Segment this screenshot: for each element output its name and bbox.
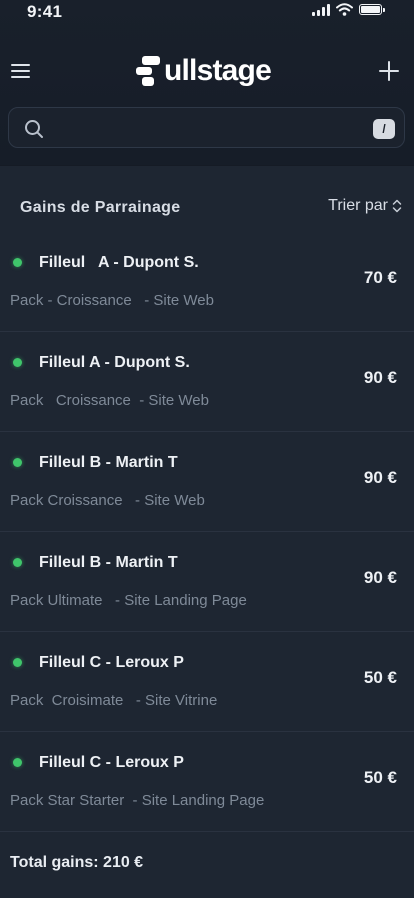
panel-header: Gains de Parrainage Trier par — [0, 166, 414, 228]
search-icon — [25, 120, 43, 138]
status-dot-icon — [13, 758, 22, 767]
referral-panel: Gains de Parrainage Trier par Filleul A … — [0, 166, 414, 898]
referral-amount: 70 € — [363, 268, 397, 287]
status-dot-icon — [13, 258, 22, 267]
battery-icon — [359, 4, 385, 15]
status-dot-icon — [13, 658, 22, 667]
list-item[interactable]: Filleul B - Martin T Pack Croissance - S… — [0, 432, 414, 532]
search-bar[interactable]: / — [8, 107, 405, 148]
plus-icon[interactable] — [379, 61, 399, 81]
referral-description: Pack Croissance - Site Web — [10, 492, 205, 509]
referral-name: Filleul A - Dupont S. — [39, 354, 190, 371]
referral-name: Filleul A - Dupont S. — [39, 254, 199, 271]
sort-icon — [392, 199, 402, 213]
header-area: 9:41 ullstage / — [0, 0, 414, 165]
referral-description: Pack Star Starter - Site Landing Page — [10, 792, 265, 809]
total-gains: Total gains: 210 € — [10, 854, 144, 871]
referral-list: Filleul A - Dupont S. Pack - Croissance … — [0, 232, 414, 832]
referral-name: Filleul C - Leroux P — [39, 754, 184, 771]
referral-amount: 50 € — [363, 768, 397, 787]
sort-label: Trier par — [328, 197, 388, 214]
brand-name: ullstage — [164, 54, 272, 87]
wifi-icon — [336, 3, 353, 16]
referral-amount: 90 € — [363, 468, 397, 487]
list-item[interactable]: Filleul B - Martin T Pack Ultimate - Sit… — [0, 532, 414, 632]
list-item[interactable]: Filleul A - Dupont S. Pack Croissance - … — [0, 332, 414, 432]
referral-name: Filleul B - Martin T — [39, 554, 178, 571]
signal-icon — [312, 3, 330, 16]
referral-description: Pack Ultimate - Site Landing Page — [10, 592, 247, 609]
menu-icon[interactable] — [11, 64, 30, 78]
status-dot-icon — [13, 458, 22, 467]
top-nav: ullstage — [0, 48, 414, 94]
referral-amount: 90 € — [363, 568, 397, 587]
status-icons — [312, 3, 385, 16]
logo-mark-icon — [136, 56, 162, 86]
status-time: 9:41 — [27, 2, 63, 21]
list-item[interactable]: Filleul C - Leroux P Pack Croisimate - S… — [0, 632, 414, 732]
sort-button[interactable]: Trier par — [328, 197, 402, 215]
status-dot-icon — [13, 358, 22, 367]
referral-description: Pack Croisimate - Site Vitrine — [10, 692, 218, 709]
referral-name: Filleul B - Martin T — [39, 454, 178, 471]
referral-name: Filleul C - Leroux P — [39, 654, 184, 671]
status-bar: 9:41 — [0, 0, 414, 28]
search-shortcut-badge: / — [373, 119, 395, 139]
referral-amount: 90 € — [363, 368, 397, 387]
referral-description: Pack Croissance - Site Web — [10, 392, 209, 409]
status-dot-icon — [13, 558, 22, 567]
panel-title: Gains de Parrainage — [20, 199, 181, 216]
search-input[interactable] — [57, 116, 357, 140]
brand-logo: ullstage — [136, 54, 272, 88]
list-item[interactable]: Filleul A - Dupont S. Pack - Croissance … — [0, 232, 414, 332]
list-item[interactable]: Filleul C - Leroux P Pack Star Starter -… — [0, 732, 414, 832]
referral-description: Pack - Croissance - Site Web — [10, 292, 214, 309]
referral-amount: 50 € — [363, 668, 397, 687]
